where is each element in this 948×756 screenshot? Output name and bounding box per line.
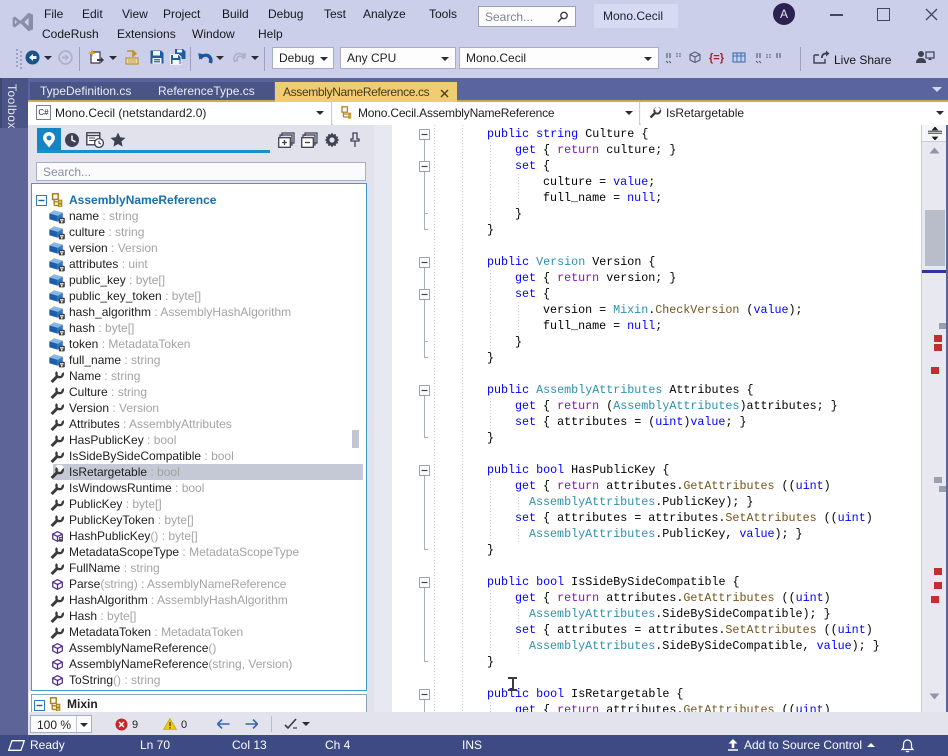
- svg-text:{=}: {=}: [709, 52, 725, 64]
